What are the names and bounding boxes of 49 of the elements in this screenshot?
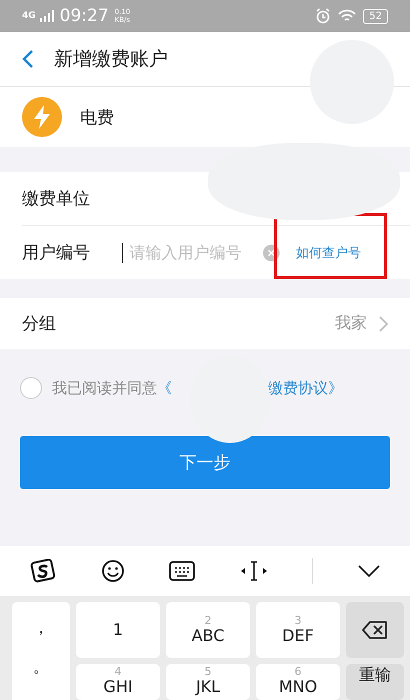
keyboard-key[interactable]: 5 JKL [166, 664, 250, 700]
delete-key[interactable] [346, 602, 404, 658]
key-label: GHI [103, 678, 133, 696]
clear-icon[interactable] [263, 244, 280, 262]
keyboard-key[interactable]: 6 MNO [256, 664, 340, 700]
page-title: 新增缴费账户 [54, 47, 168, 72]
field-label: 缴费单位 [22, 188, 91, 210]
alarm-icon [315, 8, 332, 24]
group-value: 我家 [335, 313, 367, 334]
symbol-key[interactable]: 。 [33, 657, 49, 678]
agreement-link-start[interactable]: 《 [157, 378, 172, 398]
key-label: 重输 [359, 666, 391, 684]
key-label: MNO [278, 678, 318, 696]
keyboard-icon[interactable] [169, 561, 196, 581]
keyboard-key[interactable]: 3 DEF [256, 602, 340, 658]
key-digit: 3 [294, 615, 302, 627]
network-label: 4G [22, 11, 36, 21]
key-label: ABC [192, 627, 224, 645]
key-digit: 2 [204, 615, 212, 627]
field-label: 用户编号 [22, 242, 91, 264]
chevron-down-icon[interactable] [358, 565, 380, 577]
group-label: 分组 [22, 313, 57, 335]
agreement-text: 我已阅读并同意 [52, 378, 157, 398]
keyboard-key[interactable]: 2 ABC [166, 602, 250, 658]
lightning-icon [22, 97, 62, 137]
signal-icon [40, 10, 54, 22]
key-label: 1 [112, 621, 124, 639]
key-label: JKL [196, 678, 220, 696]
key-label: DEF [282, 627, 314, 645]
wifi-icon [338, 9, 356, 23]
keyboard-key[interactable]: 1 [76, 602, 160, 658]
account-number-field[interactable]: 请输入用户编号 [129, 243, 258, 262]
agree-checkbox[interactable] [20, 377, 42, 399]
keyboard-logo-icon[interactable] [30, 559, 56, 583]
next-button[interactable]: 下一步 [20, 436, 390, 489]
cursor-move-icon[interactable] [240, 560, 268, 582]
key-digit: 5 [204, 666, 212, 678]
help-link[interactable]: 如何查户号 [296, 244, 361, 262]
key-digit: 6 [294, 666, 302, 678]
emoji-icon[interactable] [100, 559, 125, 583]
keyboard-key[interactable]: 重输 [346, 664, 404, 700]
bill-type-label: 电费 [80, 106, 114, 128]
clock: 09:27 [60, 6, 109, 26]
battery-level: 52 [363, 8, 388, 24]
symbol-key[interactable]: ， [33, 618, 49, 639]
keyboard-key[interactable]: 4 GHI [76, 664, 160, 700]
key-digit: 4 [114, 666, 122, 678]
backspace-icon [362, 621, 388, 639]
back-icon[interactable] [22, 49, 34, 69]
